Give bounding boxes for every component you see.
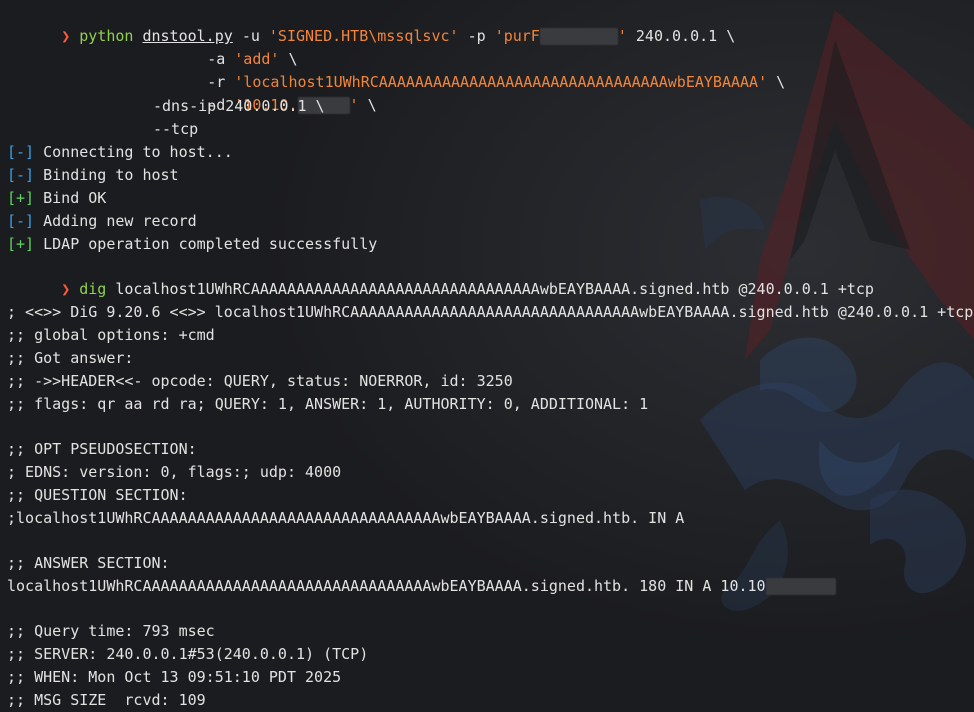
arg-d-value-end: '	[349, 96, 359, 114]
status-tag: [-]	[7, 212, 35, 230]
cmd-program: python	[79, 27, 134, 45]
command-line-dns-ip: -dns-ip 240.0.0.1 \	[153, 97, 325, 115]
line-continuation: \	[367, 96, 377, 114]
dig-edns: ; EDNS: version: 0, flags:; udp: 4000	[7, 463, 342, 481]
redacted-password	[539, 28, 618, 45]
command-line-arg-r: -r 'localhost1UWhRCAAAAAAAAAAAAAAAAAAAAA…	[153, 49, 785, 91]
dig-question-section: ;; QUESTION SECTION:	[7, 486, 188, 504]
line-continuation: \	[776, 73, 786, 91]
output-line: [+] Bind OK	[7, 187, 106, 209]
cmd-target: 240.0.0.1 \	[635, 27, 736, 45]
output-line: [-] Connecting to host...	[7, 141, 233, 163]
arg-p-value-end: '	[617, 27, 627, 45]
dig-header: ;; ->>HEADER<<- opcode: QUERY, status: N…	[7, 372, 513, 390]
arg-p-flag: -p	[467, 27, 486, 45]
dig-msg-size: ;; MSG SIZE rcvd: 109	[7, 691, 206, 709]
output-line: [-] Binding to host	[7, 164, 179, 186]
terminal-window[interactable]: ❯ python dnstool.py -u 'SIGNED.HTB\mssql…	[0, 0, 974, 712]
command-line-dnstool: ❯ python dnstool.py -u 'SIGNED.HTB\mssql…	[7, 3, 735, 45]
dig-answer-record: localhost1UWhRCAAAAAAAAAAAAAAAAAAAAAAAAA…	[7, 575, 836, 597]
wallpaper-emblem	[0, 0, 974, 712]
prompt-chevron-icon: ❯	[61, 27, 71, 45]
dig-banner: ; <<>> DiG 9.20.6 <<>> localhost1UWhRCAA…	[7, 303, 974, 321]
status-text: Connecting to host...	[34, 143, 233, 161]
output-line: [+] LDAP operation completed successfull…	[7, 233, 377, 255]
status-tag: [+]	[7, 235, 35, 253]
dig-got-answer: ;; Got answer:	[7, 349, 134, 367]
output-line: [-] Adding new record	[7, 210, 197, 232]
dig-query-time: ;; Query time: 793 msec	[7, 622, 215, 640]
dig-flags: ;; flags: qr aa rd ra; QUERY: 1, ANSWER:…	[7, 395, 649, 413]
arg-p-value: 'purF	[494, 27, 540, 45]
dig-opt-section: ;; OPT PSEUDOSECTION:	[7, 440, 197, 458]
status-tag: [-]	[7, 143, 35, 161]
status-text: Bind OK	[34, 189, 107, 207]
dig-server: ;; SERVER: 240.0.0.1#53(240.0.0.1) (TCP)	[7, 645, 369, 663]
dig-when: ;; WHEN: Mon Oct 13 09:51:10 PDT 2025	[7, 668, 342, 686]
status-tag: [+]	[7, 189, 35, 207]
prompt-chevron-icon: ❯	[61, 280, 71, 298]
status-tag: [-]	[7, 166, 35, 184]
dig-answer-section: ;; ANSWER SECTION:	[7, 554, 170, 572]
status-text: Adding new record	[34, 212, 197, 230]
dig-question-record: ;localhost1UWhRCAAAAAAAAAAAAAAAAAAAAAAAA…	[7, 509, 685, 527]
status-text: Binding to host	[34, 166, 179, 184]
redacted-ip	[765, 578, 836, 595]
answer-record-text: localhost1UWhRCAAAAAAAAAAAAAAAAAAAAAAAAA…	[7, 577, 766, 595]
status-text: LDAP operation completed successfully	[34, 235, 378, 253]
dig-global-options: ;; global options: +cmd	[7, 326, 215, 344]
command-line-tcp: --tcp	[153, 120, 199, 138]
command-line-dig: ❯ dig localhost1UWhRCAAAAAAAAAAAAAAAAAAA…	[7, 256, 874, 298]
command-line-arg-d: -d '10.10. ' \	[153, 72, 377, 114]
command-line-arg-a: -a 'add' \	[153, 26, 297, 68]
cmd-program: dig	[79, 280, 107, 298]
cmd-args: localhost1UWhRCAAAAAAAAAAAAAAAAAAAAAAAAA…	[115, 280, 874, 298]
